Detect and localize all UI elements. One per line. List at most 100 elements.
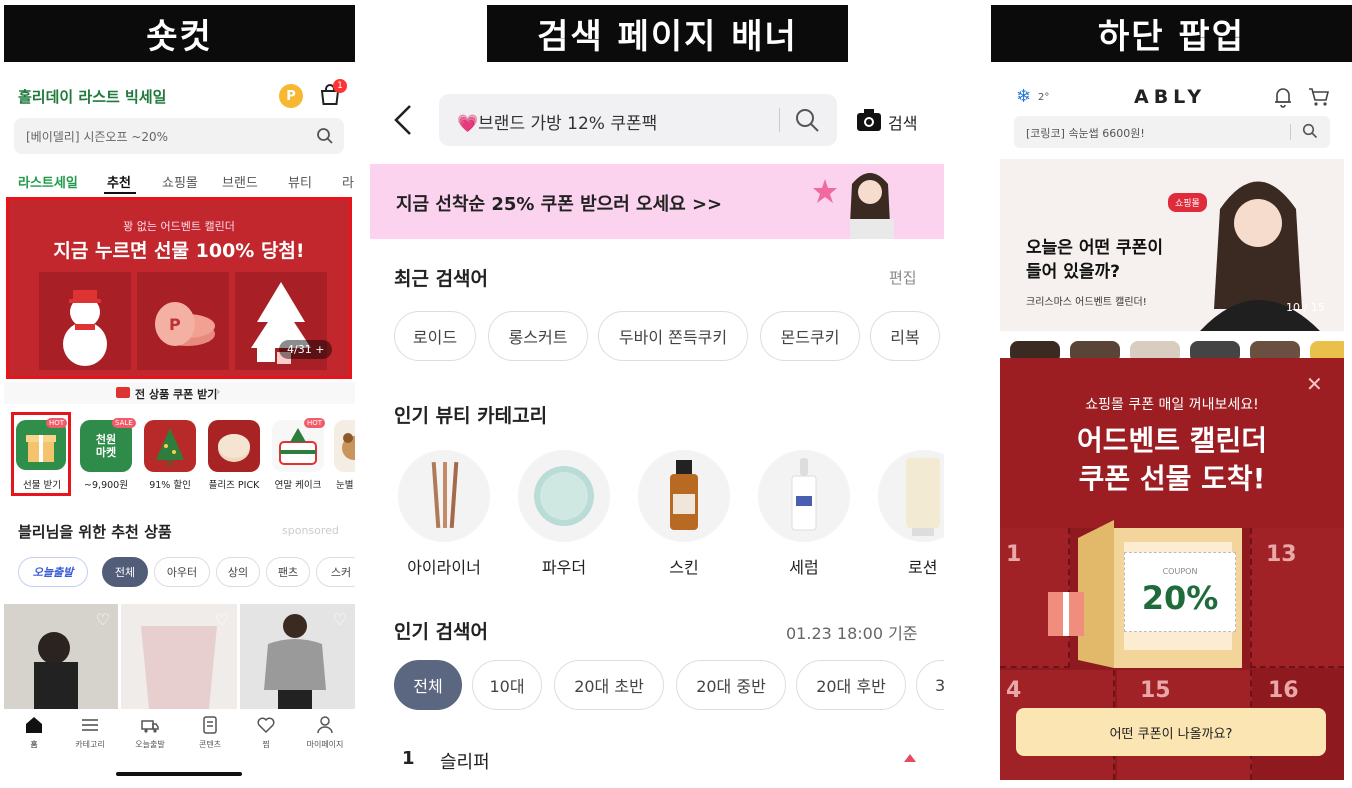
tab-shoppingmall[interactable]: 쇼핑몰 [162,172,198,191]
shortcut-cake[interactable]: HOT 연말 케이크 [268,414,328,496]
chip-all[interactable]: 전체 [102,557,148,587]
nav-category[interactable]: 카테고리 [68,715,112,750]
shortcut-discount[interactable]: 91% 할인 [140,414,200,496]
popup-subtitle: 쇼핑몰 쿠폰 매일 꺼내보세요! [1085,397,1259,413]
cart-icon[interactable] [1308,86,1330,108]
nav-today-ship[interactable]: 오늘출발 [128,715,172,750]
heart-icon[interactable]: ♡ [215,610,229,629]
beauty-item-lotion[interactable]: 로션 [876,450,944,580]
tab-brand[interactable]: 브랜드 [222,172,258,191]
back-icon[interactable] [392,104,414,136]
chip-outer[interactable]: 아우터 [154,557,210,587]
beauty-item-serum-label: 세럼 [789,558,819,577]
camera-icon [857,109,881,131]
age-chip-30s[interactable]: 3 [916,660,944,710]
banner-subtitle: 크리스마스 어드벤트 캘린더! [1026,297,1147,308]
chip-pants[interactable]: 팬츠 [266,557,310,587]
calendar-day-16: 16 [1268,678,1299,703]
recent-chip-4[interactable]: 몬드쿠키 [760,311,860,361]
nav-wishlist[interactable]: 찜 [246,715,286,750]
search-icon[interactable] [794,107,820,133]
document-icon [203,716,217,734]
shortcut-pick[interactable]: 플리즈 PICK [204,414,264,496]
tab-more[interactable]: 라 [342,172,354,191]
snowman-icon [63,290,107,366]
chip-top[interactable]: 상의 [216,557,260,587]
cart-icon[interactable]: 1 [317,79,347,108]
heart-icon[interactable]: ♡ [96,610,110,629]
promo-banner[interactable]: 지금 선착순 25% 쿠폰 받으러 오세요 >> [370,164,944,239]
calendar-day-15: 15 [1140,678,1171,703]
tab-lastsale[interactable]: 라스트세일 [18,172,78,191]
advent-popup[interactable]: ✕ 쇼핑몰 쿠폰 매일 꺼내보세요! 어드벤트 캘린더 쿠폰 선물 도착! 1 … [1000,358,1344,780]
bell-icon[interactable] [1273,86,1293,108]
search-input[interactable]: [베이델리] 시즌오프 ~20% [14,118,344,154]
search-divider [779,108,780,132]
shortcut-market-badge: SALE [112,418,136,428]
title-search-banner: 검색 페이지 배너 [487,5,848,62]
age-chip-all[interactable]: 전체 [394,660,462,710]
nav-home[interactable]: 홈 [14,715,54,750]
home-icon [26,717,42,733]
nav-mypage-label: 마이페이지 [306,740,344,749]
shortcut-thousand-market[interactable]: 천원 마켓 SALE ~9,900원 [76,414,136,496]
coupon-label: COUPON [1162,567,1198,576]
advent-banner[interactable]: 꽝 없는 어드벤트 캘린더 지금 누르면 선물 100% 당첨! P 4/31 … [6,197,352,379]
right-phone-screen: ❄ 2° ABLY [코링코] 속눈썹 6600원! 오늘은 어떤 쿠폰이 들어… [1000,64,1344,780]
product-image-1[interactable]: ♡ [4,604,118,709]
search-icon[interactable] [1302,123,1318,139]
shortcut-snow[interactable]: 눈별 [330,414,355,496]
chip-skirt[interactable]: 스커 [316,557,355,587]
heart-icon[interactable]: ♡ [333,610,347,629]
tab-recommend[interactable]: 추천 [107,172,131,191]
title-bottom-popup: 하단 팝업 [991,5,1352,62]
recent-chip-1[interactable]: 로이드 [394,311,476,361]
product-image-2[interactable]: ♡ [121,604,237,709]
advent-banner[interactable]: 오늘은 어떤 쿠폰이 들어 있을까? 크리스마스 어드벤트 캘린더! 쇼핑몰 1… [1000,159,1344,331]
image-search-button[interactable]: 검색 [856,106,926,134]
edit-button[interactable]: 편집 [889,267,917,288]
recent-chip-2[interactable]: 롱스커트 [488,311,588,361]
search-placeholder: [코링코] 속눈썹 6600원! [1026,127,1145,140]
ably-logo[interactable]: ABLY [1134,86,1206,108]
search-input[interactable]: 💗브랜드 가방 12% 쿠폰팩 [439,94,837,146]
reveal-coupon-label: 어떤 쿠폰이 나올까요? [1109,726,1233,742]
toner-bottle-icon [638,450,730,542]
shortcut-gift[interactable]: HOT 선물 받기 [11,412,71,496]
chip-today-ship[interactable]: 오늘출발 [18,557,88,587]
gift-box-icon [1048,592,1084,636]
age-chip-early20s[interactable]: 20대 초반 [554,660,664,710]
shortcut-cake-badge: HOT [304,418,326,428]
banner-counter[interactable]: 10 / 15 [1286,301,1325,314]
coupon-strip[interactable]: 전 상품 쿠폰 받기 › [4,382,355,404]
model-photo [850,173,894,239]
promo-banner-text: 지금 선착순 25% 쿠폰 받으러 오세요 >> [396,194,723,215]
tab-beauty[interactable]: 뷰티 [288,172,312,191]
heart-outline-icon [257,717,275,734]
recent-chip-5[interactable]: 리복 [870,311,940,361]
recent-chip-3[interactable]: 두바이 쫀득쿠키 [598,311,748,361]
coupon-card[interactable]: COUPON 20% [1124,552,1236,632]
beauty-item-skin[interactable]: 스킨 [636,450,732,580]
beauty-item-eyeliner[interactable]: 아이라이너 [396,450,492,580]
banner-counter[interactable]: 4/31 + [279,340,333,359]
search-input[interactable]: [코링코] 속눈썹 6600원! [1014,116,1330,148]
bottom-nav: 홈 카테고리 오늘출발 콘텐츠 찜 마이페이지 [4,709,355,786]
search-icon[interactable] [316,127,334,145]
close-icon[interactable]: ✕ [1306,372,1323,396]
reveal-coupon-button[interactable]: 어떤 쿠폰이 나올까요? [1016,708,1326,756]
rank-row-1[interactable]: 1 슬리퍼 [394,744,924,780]
nav-content[interactable]: 콘텐츠 [188,715,232,750]
nav-mypage[interactable]: 마이페이지 [300,715,350,750]
rank-keyword: 슬리퍼 [440,752,490,773]
age-chip-mid20s[interactable]: 20대 중반 [676,660,786,710]
beauty-item-skin-label: 스킨 [669,558,699,577]
coupon-strip-icon [116,387,130,398]
beauty-item-serum[interactable]: 세럼 [756,450,852,580]
point-badge[interactable]: P [279,84,303,108]
lotion-tube-icon [878,450,944,542]
beauty-item-powder[interactable]: 파우더 [516,450,612,580]
age-chip-late20s[interactable]: 20대 후반 [796,660,906,710]
product-image-3[interactable]: ♡ [240,604,355,709]
age-chip-10s[interactable]: 10대 [472,660,542,710]
